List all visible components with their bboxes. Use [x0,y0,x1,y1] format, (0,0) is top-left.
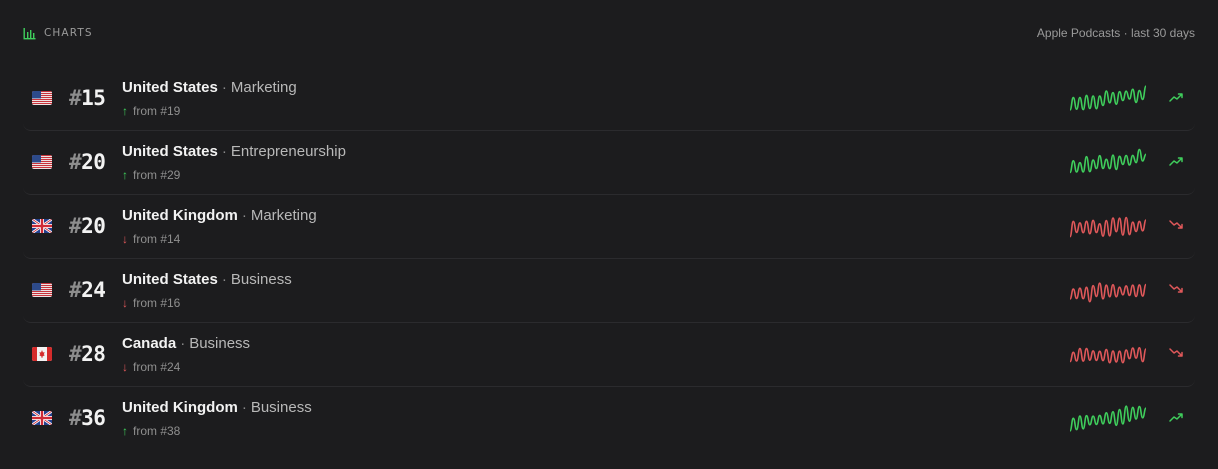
country-name: United States [122,79,218,96]
rank-number: #20 [69,150,106,174]
rank-change: ↑ from #38 [122,424,181,438]
chart-source-label: Apple Podcasts · last 30 days [1036,26,1195,40]
sparkline [1069,148,1147,174]
trend-down-icon [1169,348,1183,357]
ranking-row[interactable]: #20 United Kingdom · Marketing ↓ from #14 [23,195,1195,259]
ranking-row[interactable]: #24 United States · Business ↓ from #16 [23,259,1195,323]
chart-title: United Kingdom · Business [122,399,312,416]
chart-title: United States · Marketing [122,79,297,96]
bar-chart-icon [23,27,36,39]
charts-panel: CHARTS Apple Podcasts · last 30 days #15… [0,0,1218,469]
category-name: Business [250,399,312,416]
country-name: Canada [122,335,177,352]
arrow-up-icon: ↑ [122,168,128,182]
us-flag-icon [32,155,52,169]
sparkline [1069,347,1147,364]
trend-up-glyph [1169,157,1183,166]
sparkline [1069,216,1147,238]
arrow-down-icon: ↓ [122,360,128,374]
rank-number: #24 [69,278,106,302]
trend-down-glyph [1169,284,1183,293]
arrow-up-icon: ↑ [122,424,128,438]
ranking-row[interactable]: #20 United States · Entrepreneurship ↑ from… [23,131,1195,195]
arrow-up-icon: ↑ [122,104,128,118]
category-name: Business [230,271,292,288]
sparkline-path [1069,282,1147,303]
us-flag-icon [32,91,52,105]
chart-title: United Kingdom · Marketing [122,207,317,224]
trend-up-glyph [1169,93,1183,102]
rank-change: ↑ from #29 [122,168,181,182]
trend-down-icon [1169,284,1183,293]
rank-change: ↑ from #19 [122,104,181,118]
rank-number: #36 [69,406,106,430]
sparkline-path [1069,85,1147,111]
trend-down-glyph [1169,220,1183,229]
sparkline-path [1069,148,1147,174]
rank-change: ↓ from #24 [122,360,181,374]
country-name: United States [122,271,218,288]
section-title: CHARTS [44,27,93,39]
sparkline [1069,405,1147,432]
category-name: Marketing [230,79,297,96]
ca-flag-icon [32,347,52,361]
sparkline [1069,85,1147,111]
country-name: United States [122,143,218,160]
trend-down-glyph [1169,348,1183,357]
trend-up-glyph [1169,413,1183,422]
ranking-row[interactable]: #36 United Kingdom · Business ↑ from #38 [23,387,1195,450]
arrow-down-icon: ↓ [122,232,128,246]
trend-up-icon [1169,93,1183,102]
arrow-down-icon: ↓ [122,296,128,310]
rank-number: #28 [69,342,106,366]
trend-up-icon [1169,157,1183,166]
header-left: CHARTS [23,27,93,40]
ranking-row[interactable]: #28 Canada · Business ↓ from #24 [23,323,1195,387]
sparkline-path [1069,405,1147,432]
category-name: Marketing [250,207,317,224]
chart-title: United States · Business [122,271,292,288]
rank-change: ↓ from #14 [122,232,181,246]
trend-up-icon [1169,413,1183,422]
uk-flag-icon [32,219,52,233]
us-flag-icon [32,283,52,297]
chart-title: United States · Entrepreneurship [122,143,346,160]
trend-down-icon [1169,220,1183,229]
rank-number: #20 [69,214,106,238]
uk-flag-icon [32,411,52,425]
rankings-list: #15 United States · Marketing ↑ from #19 #2… [23,67,1195,450]
country-name: United Kingdom [122,399,238,416]
ranking-row[interactable]: #15 United States · Marketing ↑ from #19 [23,67,1195,131]
charts-header: CHARTS Apple Podcasts · last 30 days [23,24,1195,42]
country-name: United Kingdom [122,207,238,224]
rank-change: ↓ from #16 [122,296,181,310]
chart-title: Canada · Business [122,335,251,352]
sparkline-path [1069,347,1147,364]
category-name: Entrepreneurship [230,143,346,160]
category-name: Business [189,335,251,352]
rank-number: #15 [69,86,106,110]
sparkline [1069,282,1147,303]
sparkline-path [1069,216,1147,238]
